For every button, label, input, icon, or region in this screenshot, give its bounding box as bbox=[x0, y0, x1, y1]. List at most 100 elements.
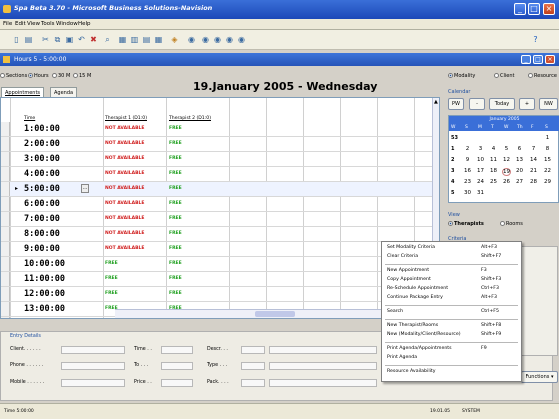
therapist-1-cell[interactable]: NOT AVAILABLE bbox=[105, 171, 144, 176]
navigate-icon[interactable]: ◉ bbox=[187, 35, 196, 45]
calendar-day[interactable]: 10 bbox=[476, 157, 485, 163]
time-cell[interactable]: 2:00:00 bbox=[24, 139, 60, 149]
sort-icon[interactable]: ▥ bbox=[130, 35, 139, 45]
price-field[interactable] bbox=[161, 379, 193, 387]
therapist-2-cell[interactable]: FREE bbox=[169, 186, 182, 191]
row-indicator[interactable] bbox=[1, 122, 10, 136]
calendar-day[interactable]: 2 bbox=[463, 146, 472, 152]
calendar-day[interactable]: 18 bbox=[489, 168, 498, 174]
calendar-day[interactable]: 13 bbox=[515, 157, 524, 163]
open-icon[interactable]: ▤ bbox=[24, 35, 33, 45]
context-menu-item[interactable]: Continue Package Entry Alt+F3 bbox=[382, 294, 521, 303]
type-field[interactable] bbox=[241, 362, 265, 370]
time-field[interactable] bbox=[161, 346, 193, 354]
context-menu-item[interactable]: Print Agenda bbox=[382, 354, 521, 363]
calendar-day[interactable]: 7 bbox=[529, 146, 538, 152]
context-menu-item[interactable]: Set Modality Criteria Alt+F3 bbox=[382, 244, 521, 253]
menu-file[interactable]: File bbox=[3, 21, 12, 27]
tab-appointments[interactable]: Appointments bbox=[1, 87, 45, 97]
therapist-1-cell[interactable]: FREE bbox=[105, 291, 118, 296]
time-cell[interactable]: 1:00:00 bbox=[24, 124, 60, 134]
view-option-client[interactable]: Client bbox=[494, 73, 514, 79]
scroll-up-icon[interactable]: ▲ bbox=[434, 99, 439, 105]
new-icon[interactable]: ▯ bbox=[12, 35, 21, 45]
time-cell[interactable]: 11:00:00 bbox=[24, 274, 65, 284]
view-by-therapists[interactable]: Therapists bbox=[448, 221, 484, 227]
therapist-2-cell[interactable]: FREE bbox=[169, 291, 182, 296]
calendar-day[interactable]: 5 bbox=[502, 146, 511, 152]
calendar-day[interactable]: 9 bbox=[463, 157, 472, 163]
calendar-day[interactable]: 20 bbox=[515, 168, 524, 174]
calendar-day[interactable]: 29 bbox=[543, 179, 552, 185]
calendar-day[interactable]: 11 bbox=[489, 157, 498, 163]
calendar-day[interactable]: 23 bbox=[463, 179, 472, 185]
menu-view[interactable]: View bbox=[27, 21, 40, 27]
table-row[interactable]: 8:00:00 NOT AVAILABLE FREE bbox=[1, 227, 432, 242]
menu-window[interactable]: Window bbox=[56, 21, 78, 27]
row-indicator[interactable] bbox=[1, 272, 10, 286]
context-menu-item[interactable]: New (Modality/Client/Resource) Shift+F9 bbox=[382, 331, 521, 340]
filter-icon[interactable]: ▦ bbox=[118, 35, 127, 45]
view-by-rooms[interactable]: Rooms bbox=[500, 221, 523, 227]
row-indicator[interactable] bbox=[1, 287, 10, 301]
therapist-2-cell[interactable]: FREE bbox=[169, 201, 182, 206]
row-indicator[interactable] bbox=[1, 137, 10, 151]
prev-week-button[interactable]: PW bbox=[448, 98, 464, 110]
child-maximize-button[interactable]: □ bbox=[533, 55, 543, 64]
table-row[interactable]: 1:00:00 NOT AVAILABLE FREE bbox=[1, 122, 432, 137]
context-menu-item[interactable]: Re-Schedule Appointment Ctrl+F3 bbox=[382, 285, 521, 294]
therapist-1-cell[interactable]: NOT AVAILABLE bbox=[105, 216, 144, 221]
therapist-1-cell[interactable]: NOT AVAILABLE bbox=[105, 201, 144, 206]
calendar-day[interactable]: 8 bbox=[543, 146, 552, 152]
row-indicator[interactable] bbox=[1, 197, 10, 211]
undo-icon[interactable]: ↶ bbox=[77, 35, 86, 45]
pack-field-extra[interactable] bbox=[269, 379, 377, 387]
menu-edit[interactable]: Edit bbox=[15, 21, 26, 27]
therapist-1-cell[interactable]: NOT AVAILABLE bbox=[105, 246, 144, 251]
child-close-button[interactable]: × bbox=[545, 55, 555, 64]
calendar-day[interactable]: 16 bbox=[463, 168, 472, 174]
calendar-day[interactable]: 14 bbox=[529, 157, 538, 163]
therapist-1-cell[interactable]: NOT AVAILABLE bbox=[105, 126, 144, 131]
time-cell[interactable]: 8:00:00 bbox=[24, 229, 60, 239]
menu-tools[interactable]: Tools bbox=[41, 21, 55, 27]
maximize-button[interactable]: □ bbox=[528, 3, 540, 15]
option-hours[interactable]: Hours bbox=[28, 73, 49, 79]
next-day-button[interactable]: + bbox=[519, 98, 535, 110]
prev-day-button[interactable]: - bbox=[469, 98, 485, 110]
therapist-1-cell[interactable]: NOT AVAILABLE bbox=[105, 141, 144, 146]
descr-field-extra[interactable] bbox=[269, 346, 377, 354]
row-indicator[interactable] bbox=[1, 302, 10, 316]
therapist-2-cell[interactable]: FREE bbox=[169, 261, 182, 266]
context-menu-item[interactable]: Print Agenda/Appointments F9 bbox=[382, 345, 521, 354]
to-field[interactable] bbox=[161, 362, 193, 370]
time-cell[interactable]: 3:00:00 bbox=[24, 154, 60, 164]
mobile-field[interactable] bbox=[61, 379, 125, 387]
therapist-2-cell[interactable]: FREE bbox=[169, 276, 182, 281]
option-15m[interactable]: 15 M bbox=[73, 73, 91, 79]
cut-icon[interactable]: ✂ bbox=[41, 35, 50, 45]
calendar-day[interactable]: 3 bbox=[476, 146, 485, 152]
table-row[interactable]: 12:00:00 FREE FREE bbox=[1, 287, 432, 302]
context-menu-item[interactable]: New Therapist/Rooms Shift+F8 bbox=[382, 322, 521, 331]
context-menu-item[interactable]: Resource Availability bbox=[382, 368, 521, 377]
row-indicator[interactable] bbox=[1, 227, 10, 241]
therapist-2-cell[interactable]: FREE bbox=[169, 216, 182, 221]
next-icon[interactable]: ◉ bbox=[225, 35, 234, 45]
calendar-day[interactable]: 4 bbox=[489, 146, 498, 152]
table-row[interactable]: 10:00:00 FREE FREE bbox=[1, 257, 432, 272]
calendar-day[interactable]: 21 bbox=[529, 168, 538, 174]
context-menu-item[interactable]: New Appointment F3 bbox=[382, 267, 521, 276]
calendar-day[interactable]: 30 bbox=[463, 190, 472, 196]
therapist-1-cell[interactable]: FREE bbox=[105, 276, 118, 281]
pack-field[interactable] bbox=[241, 379, 265, 387]
view-option-modality[interactable]: Modality bbox=[448, 73, 475, 79]
calendar-day[interactable]: 22 bbox=[543, 168, 552, 174]
time-cell[interactable]: 5:00:00 bbox=[24, 184, 60, 194]
info-icon[interactable]: ◈ bbox=[170, 35, 179, 45]
header-time[interactable]: Time bbox=[24, 116, 35, 121]
time-cell[interactable]: 7:00:00 bbox=[24, 214, 60, 224]
calendar-day[interactable]: 27 bbox=[515, 179, 524, 185]
table-row[interactable]: 6:00:00 NOT AVAILABLE FREE bbox=[1, 197, 432, 212]
time-cell[interactable]: 12:00:00 bbox=[24, 289, 65, 299]
